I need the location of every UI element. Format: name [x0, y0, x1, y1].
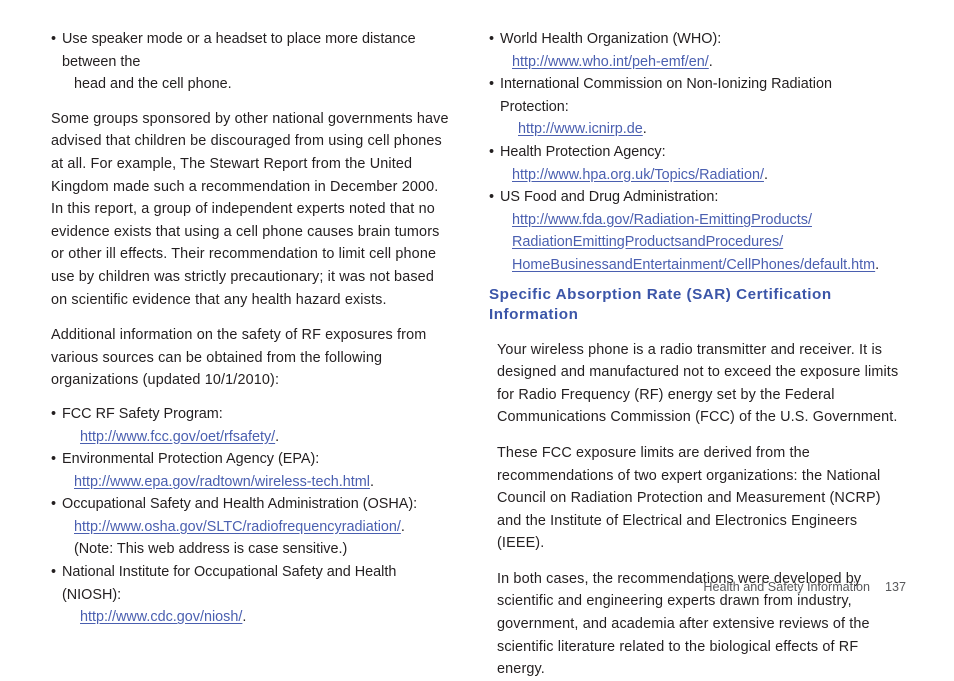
link-icnirp[interactable]: http://www.icnirp.de	[518, 121, 643, 137]
url-period: .	[275, 428, 280, 445]
organization-url-line: http://www.osha.gov/SLTC/radiofrequencyr…	[62, 516, 451, 539]
organization-url-line: http://www.who.int/peh-emf/en/.	[500, 51, 899, 74]
url-period: .	[400, 518, 405, 535]
url-period: .	[875, 256, 880, 273]
organization-url-line-2: RadiationEmittingProductsandProcedures/	[500, 231, 899, 254]
bullet-line-2: head and the cell phone.	[74, 76, 232, 93]
intro-bullet-list: • Use speaker mode or a headset to place…	[51, 28, 451, 96]
organization-label: International Commission on Non-Ionizing…	[500, 76, 832, 115]
organization-label: World Health Organization (WHO):	[500, 31, 722, 47]
url-period: .	[642, 121, 647, 138]
organization-url-line: http://www.hpa.org.uk/Topics/Radiation/.	[500, 164, 899, 187]
bullet-dot-icon: •	[489, 189, 495, 206]
paragraph-additional-information: Additional information on the safety of …	[51, 327, 427, 389]
url-period: .	[242, 609, 247, 626]
url-period: .	[708, 53, 713, 70]
list-item: • FCC RF Safety Program: http://www.fcc.…	[51, 403, 451, 448]
organization-url-line-3: HomeBusinessandEntertainment/CellPhones/…	[500, 254, 899, 277]
bullet-dot-icon: •	[489, 143, 495, 160]
link-fda-cellphones-part2[interactable]: RadiationEmittingProductsandProcedures/	[512, 234, 783, 250]
footer-section-title: Health and Safety Information	[703, 580, 870, 594]
list-item: • US Food and Drug Administration: http:…	[489, 186, 899, 276]
bullet-dot-icon: •	[51, 451, 57, 468]
bullet-dot-icon: •	[51, 31, 57, 47]
organization-label: Environmental Protection Agency (EPA):	[62, 451, 320, 468]
bullet-dot-icon: •	[489, 76, 495, 93]
link-osha-radiofrequency[interactable]: http://www.osha.gov/SLTC/radiofrequencyr…	[74, 519, 401, 535]
organization-url-line: http://www.epa.gov/radtown/wireless-tech…	[62, 471, 451, 494]
bullet-line-1: Use speaker mode or a headset to place m…	[62, 31, 416, 70]
footer-page-number: 137	[884, 580, 906, 594]
organization-label: Health Protection Agency:	[500, 143, 666, 160]
organization-url-line: http://www.fcc.gov/oet/rfsafety/.	[62, 426, 451, 449]
link-hpa-radiation[interactable]: http://www.hpa.org.uk/Topics/Radiation/	[512, 167, 764, 183]
bullet-dot-icon: •	[489, 31, 495, 47]
organization-url-line-1: http://www.fda.gov/Radiation-EmittingPro…	[500, 209, 899, 232]
paragraph-stewart-report: Some groups sponsored by other national …	[51, 110, 449, 308]
url-period: .	[763, 166, 768, 183]
page-title: Specific Absorption Rate (SAR) Certifica…	[489, 285, 832, 323]
organization-label: Occupational Safety and Health Administr…	[62, 496, 418, 513]
document-page: • Use speaker mode or a headset to place…	[0, 0, 954, 677]
paragraph-sar-2: These FCC exposure limits are derived fr…	[497, 444, 881, 552]
url-period: .	[369, 473, 374, 490]
list-item: • Use speaker mode or a headset to place…	[51, 28, 451, 96]
link-fcc-rf-safety[interactable]: http://www.fcc.gov/oet/rfsafety/	[80, 429, 275, 445]
list-item: • International Commission on Non-Ionizi…	[489, 73, 899, 141]
list-item: • Occupational Safety and Health Adminis…	[51, 493, 451, 561]
link-epa-radtown[interactable]: http://www.epa.gov/radtown/wireless-tech…	[74, 474, 370, 490]
link-fda-cellphones-part3[interactable]: HomeBusinessandEntertainment/CellPhones/…	[512, 257, 875, 273]
bullet-dot-icon: •	[51, 405, 57, 422]
organization-label: FCC RF Safety Program:	[62, 405, 223, 422]
bullet-dot-icon: •	[51, 496, 57, 513]
paragraph-sar-1: Your wireless phone is a radio transmitt…	[497, 341, 899, 426]
right-organization-list: • World Health Organization (WHO): http:…	[489, 28, 899, 277]
left-column: • Use speaker mode or a headset to place…	[51, 28, 451, 629]
list-item: • World Health Organization (WHO): http:…	[489, 28, 899, 73]
page-footer: Health and Safety Information 137	[0, 580, 954, 600]
link-fda-cellphones-part1[interactable]: http://www.fda.gov/Radiation-EmittingPro…	[512, 212, 812, 228]
organization-url-line: http://www.cdc.gov/niosh/.	[62, 606, 451, 629]
list-item: • Health Protection Agency: http://www.h…	[489, 141, 899, 186]
list-item: • Environmental Protection Agency (EPA):…	[51, 448, 451, 493]
organization-label: US Food and Drug Administration:	[500, 189, 719, 206]
organization-url-line: http://www.icnirp.de.	[500, 118, 899, 141]
link-cdc-niosh[interactable]: http://www.cdc.gov/niosh/	[80, 609, 242, 625]
organization-note: (Note: This web address is case sensitiv…	[74, 541, 348, 558]
link-who-peh-emf[interactable]: http://www.who.int/peh-emf/en/	[512, 54, 709, 70]
